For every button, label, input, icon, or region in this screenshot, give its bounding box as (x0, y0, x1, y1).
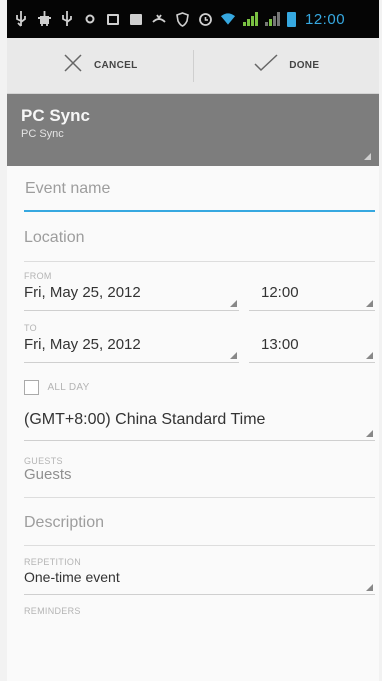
timezone-value: (GMT+8:00) China Standard Time (24, 411, 266, 428)
from-date-picker[interactable]: Fri, May 25, 2012 (24, 281, 239, 311)
description-placeholder: Description (24, 514, 105, 531)
all-day-label: ALL DAY (47, 382, 90, 394)
from-date-value: Fri, May 25, 2012 (24, 284, 141, 301)
phone-screen: 12:00 CANCEL DONE PC Sync PC Sync Event … (7, 0, 379, 681)
from-time-value: 12:00 (261, 284, 299, 301)
done-button[interactable]: DONE (194, 38, 380, 93)
dropdown-corner-icon (366, 352, 373, 359)
repetition-picker[interactable]: One-time event (24, 567, 375, 595)
check-icon (253, 53, 279, 78)
battery-icon (287, 11, 296, 27)
event-form: Event name Location FROM Fri, May 25, 20… (7, 180, 379, 616)
android-debug-icon (36, 11, 52, 27)
location-input[interactable]: Location (24, 229, 375, 262)
all-day-row[interactable]: ALL DAY (24, 379, 375, 399)
all-day-checkbox[interactable] (24, 380, 39, 396)
from-section: FROM Fri, May 25, 2012 12:00 (24, 271, 375, 311)
left-margin (0, 0, 7, 681)
account-subtitle: PC Sync (21, 128, 64, 140)
description-input[interactable]: Description (24, 514, 375, 546)
dropdown-corner-icon (364, 153, 371, 160)
location-placeholder: Location (24, 229, 85, 246)
to-label: TO (24, 323, 37, 333)
sync-icon (197, 11, 213, 27)
to-time-value: 13:00 (261, 336, 299, 353)
account-name: PC Sync (21, 106, 90, 125)
dropdown-corner-icon (366, 300, 373, 307)
dropdown-corner-icon (230, 300, 237, 307)
to-date-picker[interactable]: Fri, May 25, 2012 (24, 333, 239, 363)
record-icon (82, 11, 98, 27)
to-time-picker[interactable]: 13:00 (249, 333, 375, 363)
event-name-input[interactable]: Event name (24, 180, 375, 212)
shield-icon (174, 11, 190, 27)
close-icon (62, 52, 84, 79)
to-section: TO Fri, May 25, 2012 13:00 (24, 323, 375, 363)
calendar-account-selector[interactable]: PC Sync PC Sync (7, 94, 379, 166)
timezone-picker[interactable]: (GMT+8:00) China Standard Time (24, 411, 375, 441)
dropdown-corner-icon (230, 352, 237, 359)
event-name-placeholder: Event name (25, 180, 111, 197)
wifi-icon (220, 11, 236, 27)
picture-icon (105, 11, 121, 27)
status-time: 12:00 (305, 10, 346, 28)
sms-icon (128, 11, 144, 27)
signal-icon (243, 12, 258, 26)
missed-call-icon (151, 11, 167, 27)
from-label: FROM (24, 271, 52, 281)
signal-secondary-icon (265, 12, 280, 26)
dropdown-corner-icon (366, 430, 373, 437)
repetition-section: REPETITION One-time event (24, 557, 375, 595)
usb-icon (13, 11, 29, 27)
cancel-label: CANCEL (94, 60, 138, 71)
repetition-value: One-time event (24, 569, 120, 585)
to-date-value: Fri, May 25, 2012 (24, 336, 141, 353)
cancel-button[interactable]: CANCEL (7, 38, 193, 93)
done-label: DONE (289, 60, 320, 71)
usb-icon (59, 11, 75, 27)
dropdown-corner-icon (366, 584, 373, 591)
action-bar: CANCEL DONE (7, 38, 379, 94)
from-time-picker[interactable]: 12:00 (249, 281, 375, 311)
reminders-section: REMINDERS (24, 606, 375, 616)
repetition-label: REPETITION (24, 557, 82, 567)
reminders-label: REMINDERS (24, 606, 81, 616)
guests-input-placeholder: Guests (24, 466, 72, 483)
guests-label: GUESTS (24, 456, 63, 466)
guests-section[interactable]: GUESTS Guests (24, 456, 375, 498)
status-bar: 12:00 (7, 0, 379, 38)
